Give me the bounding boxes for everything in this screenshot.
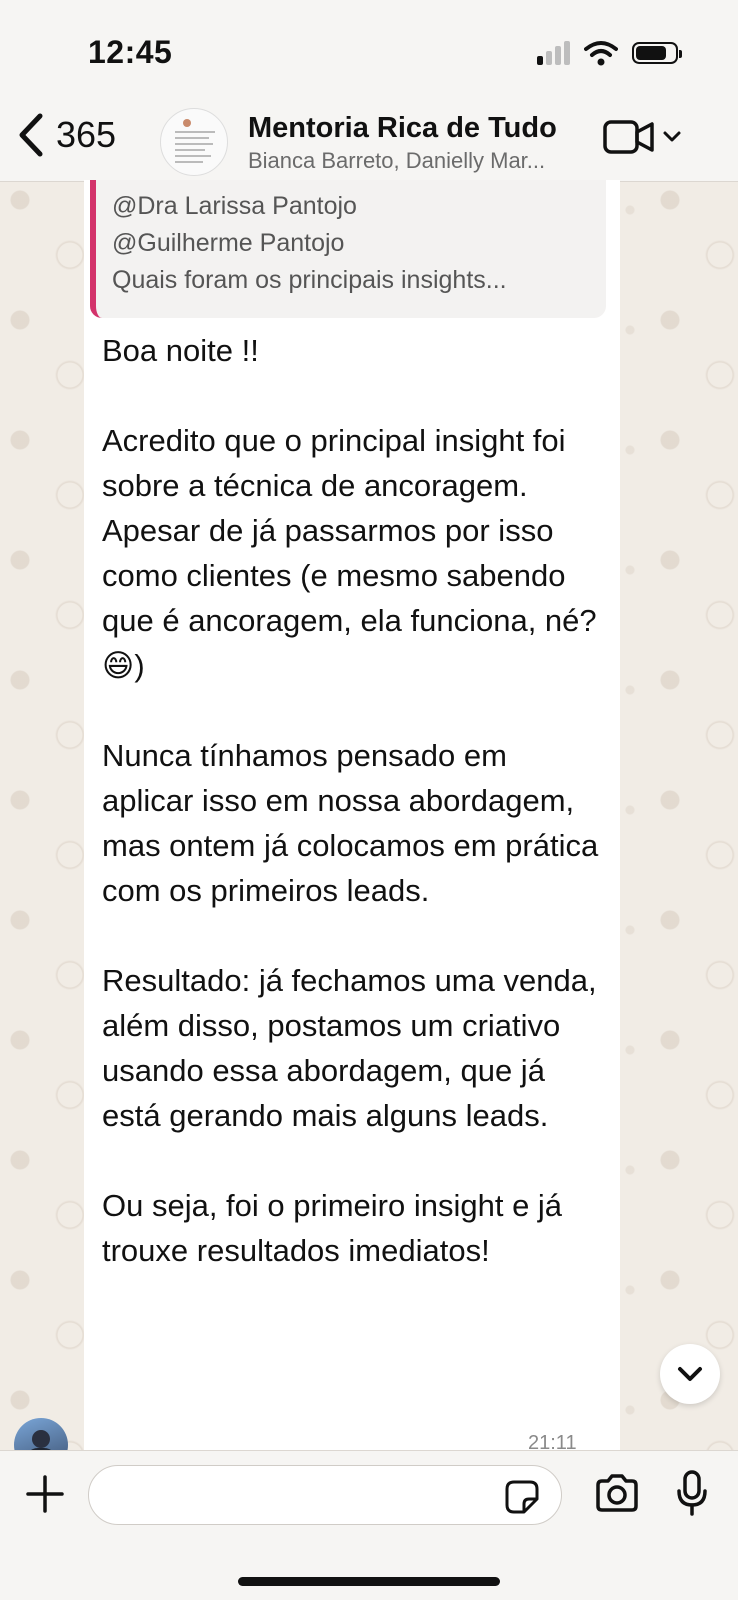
group-name[interactable]: Mentoria Rica de Tudo — [248, 112, 557, 145]
cellular-signal-icon — [537, 41, 570, 65]
chevron-down-icon — [678, 1367, 702, 1381]
battery-icon — [632, 42, 682, 64]
quoted-mention: @Guilherme Pantojo — [112, 229, 345, 257]
video-call-button[interactable] — [602, 118, 682, 156]
microphone-icon — [677, 1470, 707, 1516]
scroll-to-bottom-button[interactable] — [660, 1344, 720, 1404]
sticker-button[interactable] — [504, 1479, 540, 1520]
attach-button[interactable] — [24, 1473, 66, 1520]
status-icons — [537, 40, 682, 66]
group-members[interactable]: Bianca Barreto, Danielly Mar... — [248, 148, 588, 174]
voice-message-button[interactable] — [676, 1469, 708, 1522]
chevron-down-icon — [663, 131, 681, 142]
back-button[interactable]: 365 — [14, 112, 116, 158]
camera-button[interactable] — [594, 1473, 640, 1518]
message-input[interactable] — [88, 1465, 562, 1525]
sticker-icon — [505, 1480, 539, 1514]
group-avatar[interactable] — [160, 108, 228, 176]
camera-icon — [596, 1474, 638, 1512]
quoted-message[interactable]: @Dra Larissa Pantojo @Guilherme Pantojo … — [90, 180, 606, 318]
message-text: Boa noite !! Acredito que o principal in… — [102, 333, 599, 1268]
status-bar: 12:45 — [0, 0, 738, 100]
status-time: 12:45 — [88, 34, 173, 70]
unread-count: 365 — [56, 114, 117, 155]
home-indicator[interactable] — [238, 1577, 500, 1586]
plus-icon — [26, 1475, 64, 1513]
quoted-mention: @Dra Larissa Pantojo — [112, 192, 357, 220]
chat-header: 365 Mentoria Rica de Tudo Bianca Barreto… — [0, 100, 738, 182]
video-camera-icon — [603, 120, 654, 154]
wifi-icon — [584, 41, 618, 66]
quoted-text: Quais foram os principais insights... — [112, 266, 507, 294]
chevron-left-icon — [19, 113, 43, 157]
